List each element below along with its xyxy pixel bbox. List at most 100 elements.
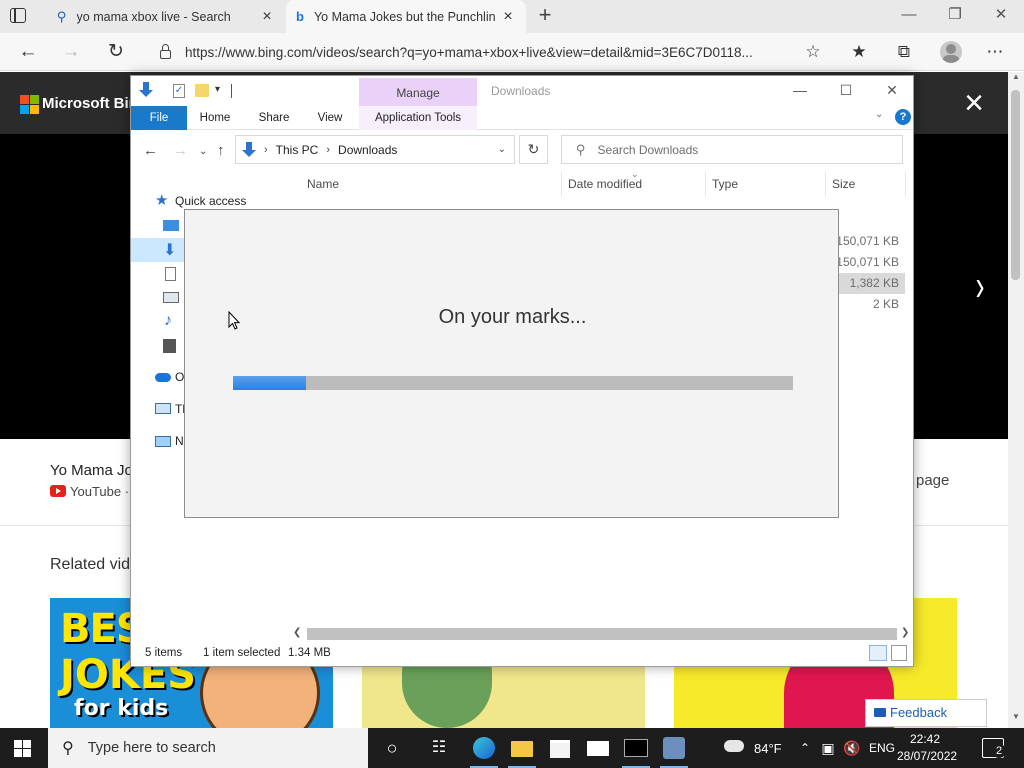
task-view-icon[interactable]: ☷ (417, 728, 461, 768)
column-type[interactable]: Type (712, 177, 738, 191)
new-tab-button[interactable]: + (534, 4, 556, 28)
customize-toolbar-icon[interactable]: ▾ (215, 84, 220, 95)
progress-bar (233, 376, 793, 390)
video-source: YouTube · (70, 484, 130, 499)
file-size-cell[interactable]: 150,071 KB (835, 252, 905, 273)
favorites-icon[interactable]: ★ (846, 39, 872, 65)
column-headers: Name ⌄ Date modified Type Size (291, 169, 911, 196)
mouse-cursor-icon (228, 311, 240, 330)
tab-file[interactable]: File (131, 106, 187, 130)
weather-icon[interactable] (722, 737, 746, 753)
tab-title: Yo Mama Jokes but the Punchlin (313, 9, 496, 24)
tab-view[interactable]: View (307, 106, 353, 130)
refresh-button[interactable]: ↻ (103, 39, 129, 65)
clock[interactable]: 22:42 28/07/2022 (897, 731, 958, 765)
details-view-icon[interactable] (869, 645, 887, 661)
back-icon[interactable]: ← (143, 142, 158, 159)
back-button[interactable]: ← (15, 39, 41, 65)
refresh-icon[interactable]: ↻ (519, 135, 548, 164)
up-icon[interactable]: ↑ (217, 142, 225, 159)
ribbon-expand-icon[interactable]: ⌄ (875, 109, 883, 120)
cortana-icon[interactable]: ○ (370, 728, 414, 768)
videos-icon (163, 339, 176, 353)
dialog-message: On your marks... (438, 306, 587, 328)
close-tab-icon[interactable]: × (500, 8, 516, 26)
close-tab-icon[interactable]: × (259, 8, 275, 26)
search-input[interactable]: ⚲ Search Downloads (561, 135, 903, 164)
window-title: Downloads (491, 84, 551, 98)
restore-button[interactable]: ❐ (932, 0, 978, 33)
manage-tab[interactable]: Manage (359, 78, 477, 106)
new-folder-icon[interactable] (195, 84, 209, 97)
chevron-right-icon[interactable]: › (326, 144, 330, 156)
tab-share[interactable]: Share (251, 106, 297, 130)
tab-video[interactable]: b Yo Mama Jokes but the Punchlin × (286, 0, 526, 33)
divider (705, 172, 706, 196)
path-segment-this-pc[interactable]: This PC (276, 143, 319, 157)
desktop-icon (163, 220, 179, 231)
scrollbar-thumb[interactable] (307, 628, 897, 640)
browser-toolbar: ← → ↻ https://www.bing.com/videos/search… (0, 33, 1024, 71)
show-hidden-icons[interactable]: ⌃ (796, 728, 814, 768)
properties-icon[interactable]: ✓ (173, 84, 185, 98)
help-icon[interactable]: ? (895, 109, 911, 125)
running-app-icon[interactable] (652, 728, 696, 768)
selection-size: 1.34 MB (288, 647, 331, 659)
horizontal-scrollbar[interactable]: ❮ ❯ (291, 626, 913, 642)
clock-date: 28/07/2022 (897, 749, 958, 763)
profile-avatar[interactable] (940, 41, 962, 63)
large-icons-view-icon[interactable] (891, 645, 907, 661)
network-icon[interactable]: ▣ (818, 728, 838, 768)
language-indicator[interactable]: ENG (866, 728, 898, 768)
scroll-up-icon[interactable]: ▲ (1008, 72, 1024, 86)
scroll-right-icon[interactable]: ❯ (901, 627, 909, 638)
taskbar-search-input[interactable]: ⚲ Type here to search (48, 728, 368, 768)
tab-actions-icon[interactable] (10, 8, 26, 23)
maximize-button[interactable]: ☐ (823, 76, 869, 104)
recent-locations-icon[interactable]: ⌄ (199, 146, 207, 157)
collections-icon[interactable]: ⧉ (891, 39, 917, 65)
tab-strip: ⚲ yo mama xbox live - Search × b Yo Mama… (0, 0, 1024, 33)
tab-home[interactable]: Home (193, 106, 237, 130)
minimize-button[interactable]: — (886, 0, 932, 33)
close-window-button[interactable]: ✕ (869, 76, 915, 104)
scrollbar-thumb[interactable] (1011, 90, 1020, 280)
column-name[interactable]: Name (307, 177, 339, 191)
more-menu-icon[interactable]: ⋯ (982, 39, 1008, 65)
forward-icon[interactable]: → (173, 142, 188, 159)
windows-start-icon[interactable] (14, 740, 32, 758)
scroll-left-icon[interactable]: ❮ (293, 627, 301, 638)
view-page-link[interactable]: page (916, 472, 949, 489)
divider (231, 84, 232, 98)
address-bar[interactable]: https://www.bing.com/videos/search?q=yo+… (146, 37, 828, 67)
volume-muted-icon[interactable]: 🔇 (842, 728, 862, 768)
file-size-cell[interactable]: 2 KB (835, 294, 905, 315)
path-segment-downloads[interactable]: Downloads (338, 143, 397, 157)
divider (561, 172, 562, 196)
cloud-icon (155, 373, 171, 382)
tab-application-tools[interactable]: Application Tools (367, 106, 469, 130)
file-size-cell[interactable]: 150,071 KB (835, 231, 905, 252)
next-video-icon[interactable]: › (969, 264, 991, 310)
tab-search[interactable]: ⚲ yo mama xbox live - Search × (47, 0, 285, 33)
chevron-down-icon[interactable]: ⌄ (498, 144, 506, 155)
ribbon-tabs (131, 106, 913, 130)
file-size-cell-selected[interactable]: 1,382 KB (835, 273, 905, 294)
bing-brand[interactable]: Microsoft Bing (42, 95, 132, 112)
close-window-button[interactable]: ✕ (978, 0, 1024, 33)
video-title[interactable]: Yo Mama Jo (50, 462, 130, 479)
address-path[interactable]: › This PC › Downloads ⌄ (235, 135, 515, 164)
feedback-button[interactable]: Feedback (865, 699, 987, 727)
notification-count: 2 (992, 744, 1006, 758)
add-favorite-icon[interactable]: ☆ (800, 39, 826, 65)
scroll-down-icon[interactable]: ▼ (1008, 712, 1024, 726)
column-date-modified[interactable]: Date modified (568, 177, 642, 191)
forward-button[interactable]: → (58, 39, 84, 65)
chevron-right-icon[interactable]: › (264, 144, 268, 156)
minimize-button[interactable]: — (777, 76, 823, 104)
music-icon: ♪ (164, 312, 172, 329)
search-placeholder: Search Downloads (597, 142, 699, 157)
close-video-icon[interactable]: × (956, 86, 992, 122)
weather-temperature[interactable]: 84°F (754, 741, 782, 756)
column-size[interactable]: Size (832, 177, 855, 191)
